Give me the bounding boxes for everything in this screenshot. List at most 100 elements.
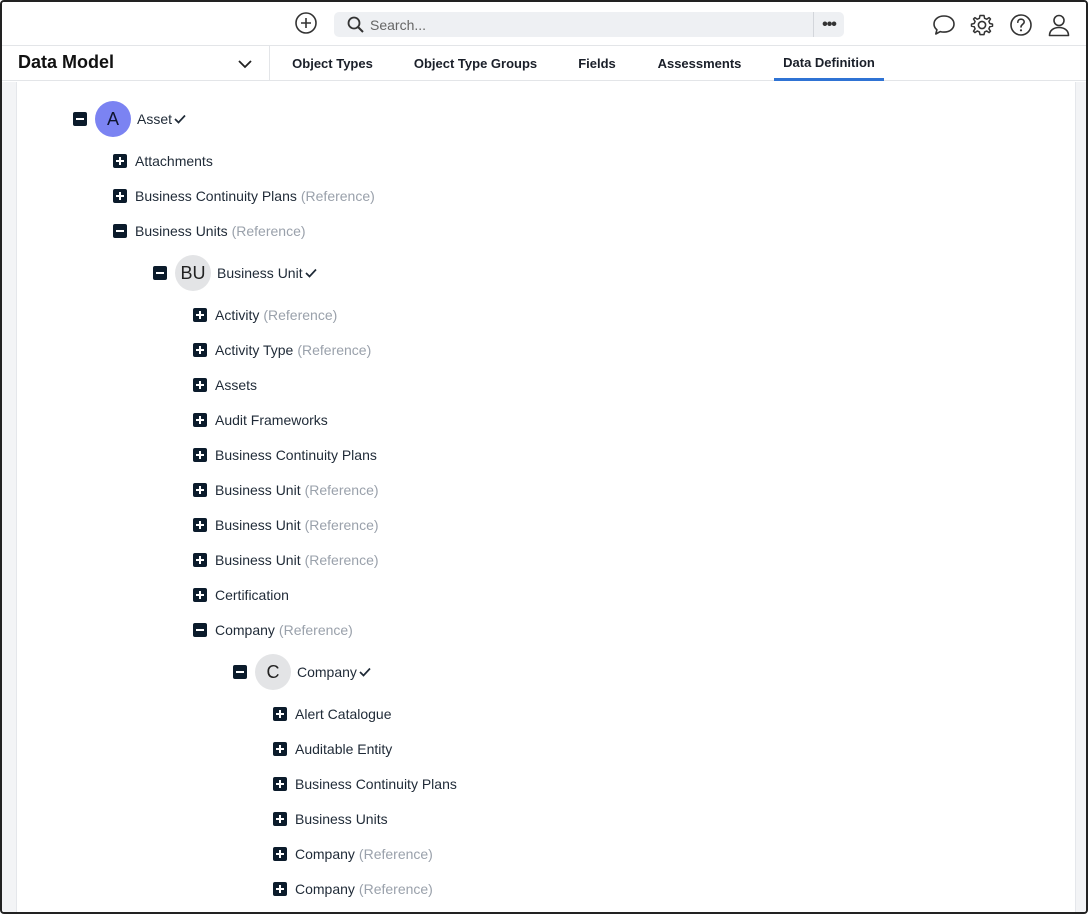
- gear-icon[interactable]: [969, 12, 995, 38]
- reference-tag: (Reference): [358, 881, 433, 897]
- tree-item[interactable]: Company (Reference): [273, 843, 433, 865]
- check-icon: [304, 268, 317, 278]
- data-model-selector[interactable]: Data Model: [2, 46, 270, 81]
- search-input[interactable]: [370, 12, 810, 37]
- node-title[interactable]: Asset: [137, 111, 186, 127]
- tab-object-type-groups[interactable]: Object Type Groups: [407, 46, 544, 81]
- reference-tag: (Reference): [304, 517, 379, 533]
- tree-item[interactable]: Auditable Entity: [273, 738, 392, 760]
- node-title[interactable]: Business Unit: [217, 265, 317, 281]
- expand-toggle-icon[interactable]: [193, 448, 207, 462]
- tab-assessments[interactable]: Assessments: [652, 46, 747, 81]
- nav-bar: Data Model Object Types Object Type Grou…: [2, 45, 1086, 81]
- reference-tag: (Reference): [358, 846, 433, 862]
- tree-item[interactable]: Business Unit (Reference): [193, 514, 379, 536]
- tree-item[interactable]: Company (Reference): [193, 619, 353, 641]
- tab-object-types[interactable]: Object Types: [285, 46, 380, 81]
- chevron-down-icon: [238, 60, 252, 69]
- tree-item[interactable]: Activity Type (Reference): [193, 339, 371, 361]
- tree-item-label: Business Continuity Plans: [295, 776, 457, 792]
- tree-node: BU Business Unit: [153, 255, 317, 291]
- reference-tag: (Reference): [278, 622, 353, 638]
- tree-item-label: Assets: [215, 377, 258, 393]
- tree-item-label: Certification: [215, 587, 289, 603]
- avatar: BU: [175, 255, 211, 291]
- expand-toggle-icon[interactable]: [193, 518, 207, 532]
- check-icon: [174, 114, 186, 124]
- tree-item[interactable]: Company (Reference): [273, 878, 433, 900]
- expand-toggle-icon[interactable]: [273, 742, 287, 756]
- tree-item-label: Auditable Entity: [295, 741, 393, 757]
- tree-item[interactable]: Business Continuity Plans: [193, 444, 377, 466]
- expand-toggle-icon[interactable]: [273, 707, 287, 721]
- expand-toggle-icon[interactable]: [193, 308, 207, 322]
- tree-item-label: Audit Frameworks: [215, 412, 328, 428]
- reference-tag: (Reference): [304, 552, 379, 568]
- tree-item-label: Activity: [215, 307, 260, 323]
- reference-tag: (Reference): [300, 188, 375, 204]
- reference-tag: (Reference): [263, 307, 338, 323]
- content-area: A Asset Attachments Business Continuity Pla…: [2, 82, 1086, 912]
- search-bar: •••: [334, 12, 844, 37]
- top-bar: •••: [2, 2, 1086, 45]
- expand-toggle-icon[interactable]: [193, 343, 207, 357]
- node-title[interactable]: Company: [297, 664, 371, 680]
- selector-title: Data Model: [18, 52, 115, 72]
- tree-item-label: Business Unit: [215, 482, 301, 498]
- tree-node: A Asset: [73, 101, 186, 137]
- collapse-toggle-icon[interactable]: [193, 623, 207, 637]
- tree-item-label: Company: [295, 846, 355, 862]
- tree-item[interactable]: Assets: [193, 374, 257, 396]
- tree-item[interactable]: Business Continuity Plans (Reference): [113, 185, 375, 207]
- expand-toggle-icon[interactable]: [273, 882, 287, 896]
- tree-item[interactable]: Attachments: [113, 150, 213, 172]
- search-more-button[interactable]: •••: [813, 12, 844, 37]
- chat-icon[interactable]: [931, 12, 957, 38]
- collapse-toggle-icon[interactable]: [73, 112, 87, 126]
- expand-toggle-icon[interactable]: [193, 413, 207, 427]
- tree-item[interactable]: Business Units (Reference): [113, 220, 306, 242]
- collapse-toggle-icon[interactable]: [233, 665, 247, 679]
- expand-toggle-icon[interactable]: [113, 189, 127, 203]
- tree-node: C Company: [233, 654, 371, 690]
- tree-item[interactable]: Business Continuity Plans: [273, 773, 457, 795]
- tree-item-label: Business Units: [295, 811, 388, 827]
- tree-item[interactable]: Business Units: [273, 808, 388, 830]
- expand-toggle-icon[interactable]: [193, 553, 207, 567]
- expand-toggle-icon[interactable]: [273, 847, 287, 861]
- tree-item-label: Business Continuity Plans: [135, 188, 297, 204]
- node-name: Company: [297, 664, 357, 680]
- expand-toggle-icon[interactable]: [193, 588, 207, 602]
- check-icon: [359, 667, 371, 677]
- tree-item[interactable]: Certification: [193, 584, 289, 606]
- avatar: A: [95, 101, 131, 137]
- tree-item[interactable]: Business Unit (Reference): [193, 479, 379, 501]
- tree-item-label: Business Unit: [215, 517, 301, 533]
- tree-item[interactable]: Business Unit (Reference): [193, 549, 379, 571]
- search-icon: [347, 16, 364, 33]
- add-circle-icon[interactable]: [294, 11, 318, 35]
- tree-item-label: Business Units: [135, 223, 228, 239]
- reference-tag: (Reference): [297, 342, 372, 358]
- tree-item-label: Alert Catalogue: [295, 706, 392, 722]
- expand-toggle-icon[interactable]: [193, 483, 207, 497]
- reference-tag: (Reference): [231, 223, 306, 239]
- app-window: ••• Data Model Object Types Object Type …: [0, 0, 1088, 914]
- tree-item[interactable]: Alert Catalogue: [273, 703, 392, 725]
- collapse-toggle-icon[interactable]: [153, 266, 167, 280]
- tab-fields[interactable]: Fields: [572, 46, 622, 81]
- reference-tag: (Reference): [304, 482, 379, 498]
- tree-item-label: Activity Type: [215, 342, 294, 358]
- tab-data-definition[interactable]: Data Definition: [774, 46, 884, 81]
- user-icon[interactable]: [1046, 12, 1072, 38]
- tree-item[interactable]: Activity (Reference): [193, 304, 337, 326]
- expand-toggle-icon[interactable]: [113, 154, 127, 168]
- tree-item-label: Business Unit: [215, 552, 301, 568]
- expand-toggle-icon[interactable]: [193, 378, 207, 392]
- tree-item-label: Business Continuity Plans: [215, 447, 377, 463]
- collapse-toggle-icon[interactable]: [113, 224, 127, 238]
- expand-toggle-icon[interactable]: [273, 777, 287, 791]
- tree-item[interactable]: Audit Frameworks: [193, 409, 328, 431]
- help-icon[interactable]: [1008, 12, 1034, 38]
- expand-toggle-icon[interactable]: [273, 812, 287, 826]
